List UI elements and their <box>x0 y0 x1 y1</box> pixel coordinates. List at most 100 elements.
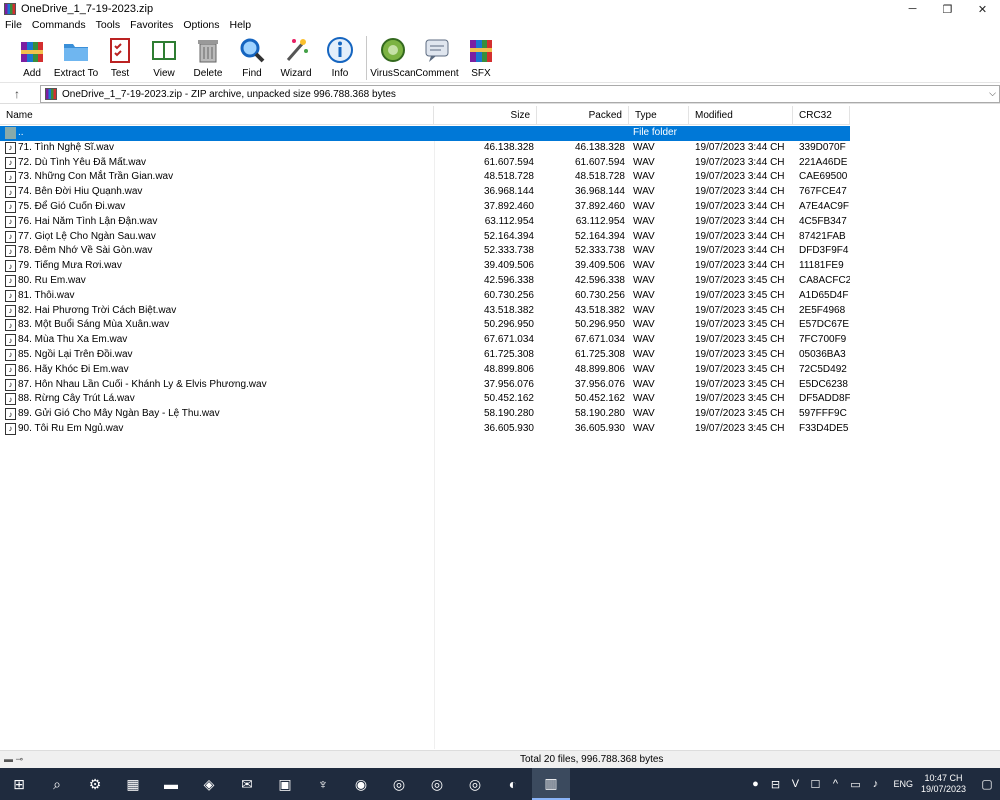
chrome-profile-icon[interactable]: ◎ <box>380 768 418 800</box>
file-type: WAV <box>633 215 655 227</box>
file-row[interactable]: ♪ 85. Ngồi Lại Trên Đồi.wav 61.725.308 61.7… <box>0 348 850 363</box>
notification-icon[interactable]: ▢ <box>974 777 1000 791</box>
view-button[interactable]: View <box>142 33 186 81</box>
file-size: 48.518.728 <box>483 171 534 183</box>
menu-options[interactable]: Options <box>178 19 224 31</box>
file-row[interactable]: ♪ 79. Tiếng Mưa Rơi.wav 39.409.506 39.409.5… <box>0 259 850 274</box>
column-type[interactable]: Type <box>629 106 689 125</box>
tray-app-icon[interactable]: V <box>785 778 805 790</box>
sfx-button[interactable]: SFX <box>459 33 503 81</box>
firefox-icon[interactable]: ◉ <box>342 768 380 800</box>
file-type: WAV <box>633 200 655 212</box>
file-row[interactable]: ♪ 87. Hôn Nhau Lần Cuối - Khánh Ly & Elvi… <box>0 378 850 393</box>
file-packed: 42.596.338 <box>574 274 625 286</box>
wizard-button[interactable]: Wizard <box>274 33 318 81</box>
file-row[interactable]: ♪ 86. Hãy Khóc Đi Em.wav 48.899.806 48.899.… <box>0 363 850 378</box>
file-row[interactable]: ♪ 75. Để Gió Cuốn Đi.wav 37.892.460 37.892.… <box>0 200 850 215</box>
file-crc32: DFD3F9F4 <box>799 245 849 257</box>
virusscan-button[interactable]: VirusScan <box>370 33 416 81</box>
clock[interactable]: 10:47 CH 19/07/2023 <box>921 773 966 795</box>
file-row[interactable]: ♪ 80. Ru Em.wav 42.596.338 42.596.338 WAV 19/… <box>0 274 851 289</box>
file-name: 78. Đêm Nhớ Về Sài Gòn.wav <box>18 245 153 257</box>
menu-tools[interactable]: Tools <box>91 19 126 31</box>
file-name: 74. Bên Đời Hiu Quạnh.wav <box>18 186 143 198</box>
app-icon[interactable]: ◐ <box>494 768 532 800</box>
tray-app-icon[interactable]: ● <box>745 778 765 790</box>
file-name: 75. Để Gió Cuốn Đi.wav <box>18 200 126 212</box>
settings-icon[interactable]: ⚙ <box>76 768 114 800</box>
file-modified: 19/07/2023 3:45 CH <box>695 363 785 375</box>
chrome-icon[interactable]: ◎ <box>418 768 456 800</box>
info-button[interactable]: Info <box>318 33 362 81</box>
file-row[interactable]: ♪ 73. Những Con Mắt Trần Gian.wav 48.518.7… <box>0 170 850 185</box>
add-button[interactable]: Add <box>10 33 54 81</box>
minimize-button[interactable]: ─ <box>895 0 930 18</box>
winrar-icon[interactable]: ▥ <box>532 768 570 800</box>
file-row[interactable]: ♪ 77. Giọt Lệ Cho Ngàn Sau.wav 52.164.394 5… <box>0 230 850 245</box>
chevron-down-icon[interactable]: ⌵ <box>989 88 996 99</box>
info-icon <box>326 36 354 64</box>
toolbar-separator <box>366 36 367 80</box>
column-size[interactable]: Size <box>434 106 537 125</box>
mail-icon[interactable]: ✉ <box>228 768 266 800</box>
close-button[interactable]: ✕ <box>965 0 1000 18</box>
file-packed: 67.671.034 <box>574 334 625 346</box>
file-crc32: 4C5FB347 <box>799 215 847 227</box>
file-row[interactable]: ♪ 89. Gửi Gió Cho Mây Ngàn Bay - Lệ Thu.w… <box>0 407 850 422</box>
file-packed: 63.112.954 <box>575 215 625 227</box>
file-row[interactable]: ♪ 83. Một Buổi Sáng Mùa Xuân.wav 50.296.95… <box>0 318 850 333</box>
chrome-icon[interactable]: ◎ <box>456 768 494 800</box>
file-row[interactable]: ♪ 90. Tôi Ru Em Ngủ.wav 36.605.930 36.605.9… <box>0 422 850 437</box>
test-button[interactable]: Test <box>98 33 142 81</box>
parent-folder-row[interactable]: .. File folder <box>0 126 850 141</box>
file-explorer-icon[interactable]: ▬ <box>152 768 190 800</box>
file-row[interactable]: ♪ 78. Đêm Nhớ Về Sài Gòn.wav 52.333.738 52.… <box>0 244 850 259</box>
extract-to-button[interactable]: Extract To <box>54 33 98 81</box>
up-one-level-button[interactable]: ↑ <box>0 84 34 104</box>
app-grid-icon[interactable]: ▦ <box>114 768 152 800</box>
status-drive-icon[interactable]: ▬ ⊸ <box>4 754 23 765</box>
column-packed[interactable]: Packed <box>537 106 629 125</box>
file-packed: 50.296.950 <box>574 319 625 331</box>
audio-file-icon: ♪ <box>5 171 16 184</box>
column-header: Name ^ Size Packed Type Modified CRC32 <box>0 106 850 125</box>
menu-commands[interactable]: Commands <box>27 19 91 31</box>
file-row[interactable]: ♪ 71. Tình Nghệ Sĩ.wav 46.138.328 46.138.32… <box>0 141 850 156</box>
file-list[interactable]: Name ^ Size Packed Type Modified CRC32 .… <box>0 106 1000 749</box>
file-row[interactable]: ♪ 72. Dù Tình Yêu Đã Mất.wav 61.607.594 61.… <box>0 156 850 171</box>
file-crc32: 11181FE9 <box>799 260 844 272</box>
file-size: 46.138.328 <box>483 141 534 153</box>
menu-favorites[interactable]: Favorites <box>125 19 178 31</box>
file-type: WAV <box>633 334 655 346</box>
find-button[interactable]: Find <box>230 33 274 81</box>
search-icon[interactable]: ⌕ <box>38 768 76 800</box>
column-crc32[interactable]: CRC32 <box>793 106 850 125</box>
maximize-button[interactable]: ❐ <box>930 0 965 18</box>
file-row[interactable]: ♪ 76. Hai Năm Tình Lận Đận.wav 63.112.954 6… <box>0 215 850 230</box>
fox-icon[interactable]: ♆ <box>304 768 342 800</box>
file-row[interactable]: ♪ 74. Bên Đời Hiu Quạnh.wav 36.968.144 36.9… <box>0 185 850 200</box>
file-row[interactable]: ♪ 84. Mùa Thu Xa Em.wav 67.671.034 67.671.0… <box>0 333 850 348</box>
delete-button[interactable]: Delete <box>186 33 230 81</box>
comment-button[interactable]: Comment <box>415 33 459 81</box>
file-row[interactable]: ♪ 81. Thôi.wav 60.730.256 60.730.256 WAV 19/0… <box>0 289 850 304</box>
chevron-up-icon[interactable]: ^ <box>825 778 845 790</box>
column-modified[interactable]: Modified <box>689 106 793 125</box>
app-icon[interactable]: ◈ <box>190 768 228 800</box>
path-combobox[interactable]: OneDrive_1_7-19-2023.zip - ZIP archive, … <box>40 85 1000 103</box>
file-crc32: 7FC700F9 <box>799 334 847 346</box>
menu-help[interactable]: Help <box>225 19 257 31</box>
tray-app-icon[interactable]: ☐ <box>805 778 825 791</box>
volume-icon[interactable]: ♪ <box>865 778 885 790</box>
file-row[interactable]: ♪ 88. Rừng Cây Trút Lá.wav 50.452.162 50.45… <box>0 392 851 407</box>
file-row[interactable]: ♪ 82. Hai Phương Trời Cách Biệt.wav 43.518… <box>0 304 850 319</box>
language-indicator[interactable]: ENG <box>893 779 913 789</box>
list-empty-area <box>850 106 1000 749</box>
menu-file[interactable]: File <box>0 19 27 31</box>
start-icon[interactable]: ⊞ <box>0 768 38 800</box>
tray-app-icon[interactable]: ⊟ <box>765 778 785 791</box>
file-name: 82. Hai Phương Trời Cách Biệt.wav <box>18 304 177 316</box>
app-icon[interactable]: ▣ <box>266 768 304 800</box>
toolbar: Add Extract To Test View Delete Find Wiz… <box>0 33 1000 83</box>
network-icon[interactable]: ▭ <box>845 778 865 791</box>
